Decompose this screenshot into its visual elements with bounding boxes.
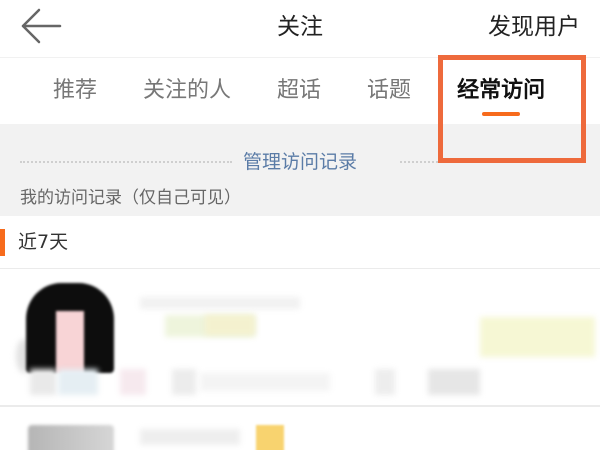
visit-records-caption: 我的访问记录（仅自己可见） [20,188,241,208]
blurred-content [256,425,284,450]
avatar[interactable] [28,425,114,450]
visit-records-panel: 管理访问记录 我的访问记录（仅自己可见） [0,124,600,216]
blurred-content [375,369,395,395]
visit-list-item[interactable] [0,407,600,450]
blurred-content [30,369,56,395]
blurred-content [140,429,240,445]
tab-topics[interactable]: 话题 [367,58,411,124]
dotted-divider-right [400,161,582,163]
tab-recommended[interactable]: 推荐 [53,58,97,124]
recent-section-header: 近7天 [0,216,600,268]
back-button[interactable] [20,5,64,49]
active-tab-indicator [482,112,521,116]
blurred-content [58,369,98,395]
screen: 关注 发现用户 推荐 关注的人 超话 话题 经常访问 管理访问记录 我的访问记录… [0,0,600,450]
discover-users-button[interactable]: 发现用户 [488,12,580,42]
tab-super-topics[interactable]: 超话 [277,58,321,124]
blurred-content [200,373,330,391]
section-title: 近7天 [18,231,69,253]
blurred-content [480,317,595,357]
top-nav-bar: 关注 发现用户 [0,0,600,58]
section-accent-bar [0,229,5,256]
page-title: 关注 [277,14,323,40]
blurred-content [140,297,300,309]
avatar[interactable] [26,283,114,373]
avatar-detail [56,311,84,373]
back-arrow-icon [21,8,62,44]
visit-list-item[interactable] [0,269,600,405]
tab-following[interactable]: 关注的人 [143,58,231,124]
blurred-content [428,369,480,395]
blurred-content [172,369,196,395]
blurred-content [205,315,255,335]
manage-visit-records-link[interactable]: 管理访问记录 [190,150,410,174]
blurred-content [120,369,146,395]
